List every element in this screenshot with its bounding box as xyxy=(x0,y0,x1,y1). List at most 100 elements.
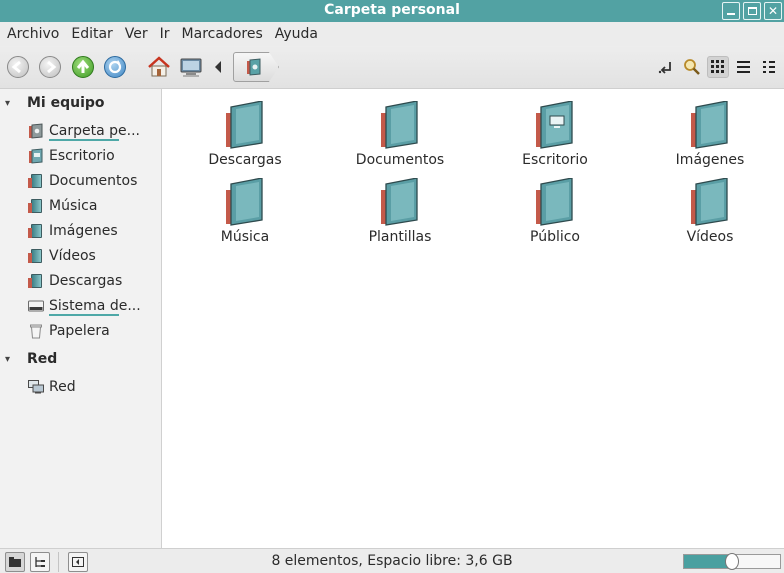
reload-icon xyxy=(104,56,126,78)
folder-icon xyxy=(689,174,731,226)
folder-icon xyxy=(27,173,44,189)
file-item-escritorio[interactable]: Escritorio xyxy=(477,97,633,173)
file-item-publico[interactable]: Público xyxy=(477,174,633,250)
compact-view-button[interactable] xyxy=(759,56,781,78)
maximize-icon xyxy=(747,7,757,15)
path-left-button[interactable] xyxy=(211,58,225,76)
sidebar-item-label: Imágenes xyxy=(49,223,118,239)
folder-icon xyxy=(534,174,576,226)
folder-icon xyxy=(379,174,421,226)
menu-ayuda[interactable]: Ayuda xyxy=(275,26,318,42)
file-item-musica[interactable]: Música xyxy=(167,174,323,250)
zoom-slider-handle[interactable] xyxy=(725,553,739,570)
search-icon xyxy=(684,59,700,75)
sidebar-section-mi-equipo[interactable]: ▾ Mi equipo xyxy=(0,92,160,114)
sidebar-section-title: Red xyxy=(27,351,58,367)
file-item-plantillas[interactable]: Plantillas xyxy=(322,174,478,250)
sidebar-item-escritorio[interactable]: Escritorio xyxy=(28,145,158,167)
list-view-button[interactable] xyxy=(733,56,755,78)
home-folder-icon xyxy=(247,58,261,76)
sidebar-item-label: Carpeta pe... xyxy=(49,123,140,139)
file-item-label: Escritorio xyxy=(522,152,588,168)
status-bar: 8 elementos, Espacio libre: 3,6 GB xyxy=(0,548,784,573)
collapse-icon: ▾ xyxy=(5,353,11,365)
title-bar[interactable]: Carpeta personal ✕ xyxy=(0,0,784,22)
file-item-label: Música xyxy=(220,229,270,245)
file-item-label: Vídeos xyxy=(686,229,734,245)
folder-icon xyxy=(224,97,266,149)
status-text: 8 elementos, Espacio libre: 3,6 GB xyxy=(271,553,513,569)
file-item-imagenes[interactable]: Imágenes xyxy=(632,97,784,173)
file-view[interactable]: Descargas Documentos Escritorio Imágenes… xyxy=(163,89,784,548)
close-icon: ✕ xyxy=(767,4,779,18)
menu-marcadores[interactable]: Marcadores xyxy=(182,26,263,42)
file-item-label: Documentos xyxy=(355,152,445,168)
sidebar-item-label: Escritorio xyxy=(49,148,115,164)
minimize-button[interactable] xyxy=(722,2,740,20)
file-item-label: Imágenes xyxy=(675,152,745,168)
sidebar-item-label: Red xyxy=(49,379,76,395)
sidebar-item-papelera[interactable]: Papelera xyxy=(28,320,158,342)
file-item-documentos[interactable]: Documentos xyxy=(322,97,478,173)
toggle-location-button[interactable] xyxy=(655,56,677,78)
forward-button[interactable] xyxy=(39,56,61,78)
sidebar-section-red[interactable]: ▾ Red xyxy=(0,348,160,370)
menu-ver[interactable]: Ver xyxy=(125,26,148,42)
folder-icon xyxy=(27,223,44,239)
sidebar-item-imagenes[interactable]: Imágenes xyxy=(27,220,158,242)
forward-icon xyxy=(39,56,61,78)
folder-icon xyxy=(27,273,44,289)
trash-icon xyxy=(28,323,44,339)
sidebar-section-title: Mi equipo xyxy=(27,95,105,111)
minimize-icon xyxy=(727,13,735,15)
network-icon xyxy=(28,379,44,395)
icon-view-button[interactable] xyxy=(707,56,729,78)
sidebar-item-videos[interactable]: Vídeos xyxy=(27,245,158,267)
up-icon xyxy=(72,56,94,78)
up-button[interactable] xyxy=(72,56,94,78)
file-item-videos[interactable]: Vídeos xyxy=(632,174,784,250)
back-icon xyxy=(7,56,29,78)
home-button[interactable] xyxy=(146,54,172,80)
desktop-folder-icon xyxy=(534,97,576,149)
collapse-icon: ▾ xyxy=(5,97,11,109)
menu-ir[interactable]: Ir xyxy=(160,26,170,42)
reload-button[interactable] xyxy=(104,56,126,78)
sidebar-item-label: Documentos xyxy=(49,173,138,189)
file-item-descargas[interactable]: Descargas xyxy=(167,97,323,173)
sidebar-item-documentos[interactable]: Documentos xyxy=(27,170,158,192)
folder-icon xyxy=(224,174,266,226)
menu-archivo[interactable]: Archivo xyxy=(7,26,59,42)
folder-icon xyxy=(379,97,421,149)
back-button[interactable] xyxy=(7,56,29,78)
folder-icon xyxy=(27,198,44,214)
usage-indicator xyxy=(49,139,119,141)
sidebar-item-label: Descargas xyxy=(49,273,123,289)
folder-icon xyxy=(27,248,44,264)
computer-icon xyxy=(180,58,202,77)
sidebar-item-label: Vídeos xyxy=(49,248,96,264)
file-item-label: Plantillas xyxy=(368,229,432,245)
file-item-label: Descargas xyxy=(208,152,282,168)
sidebar-item-label: Sistema de... xyxy=(49,298,141,314)
desktop-folder-icon xyxy=(28,148,44,164)
list-view-icon xyxy=(737,61,750,73)
close-button[interactable]: ✕ xyxy=(764,2,782,20)
toggle-location-icon xyxy=(658,62,671,74)
sidebar-item-red[interactable]: Red xyxy=(28,376,158,398)
computer-button[interactable] xyxy=(178,55,204,81)
sidebar-item-descargas[interactable]: Descargas xyxy=(27,270,158,292)
menu-bar: Archivo Editar Ver Ir Marcadores Ayuda xyxy=(0,22,784,46)
search-button[interactable] xyxy=(681,56,703,78)
sidebar-item-musica[interactable]: Música xyxy=(27,195,158,217)
menu-editar[interactable]: Editar xyxy=(71,26,112,42)
drive-icon xyxy=(28,298,44,314)
home-icon xyxy=(148,56,170,77)
path-left-arrow-icon xyxy=(215,61,221,73)
window-title: Carpeta personal xyxy=(324,2,460,18)
zoom-slider[interactable] xyxy=(683,553,781,570)
sidebar-item-label: Música xyxy=(49,198,98,214)
path-crumb-icon-wrap xyxy=(244,57,264,77)
sidebar: ▾ Mi equipo Carpeta pe... Escritorio Doc… xyxy=(0,89,162,548)
maximize-button[interactable] xyxy=(743,2,761,20)
